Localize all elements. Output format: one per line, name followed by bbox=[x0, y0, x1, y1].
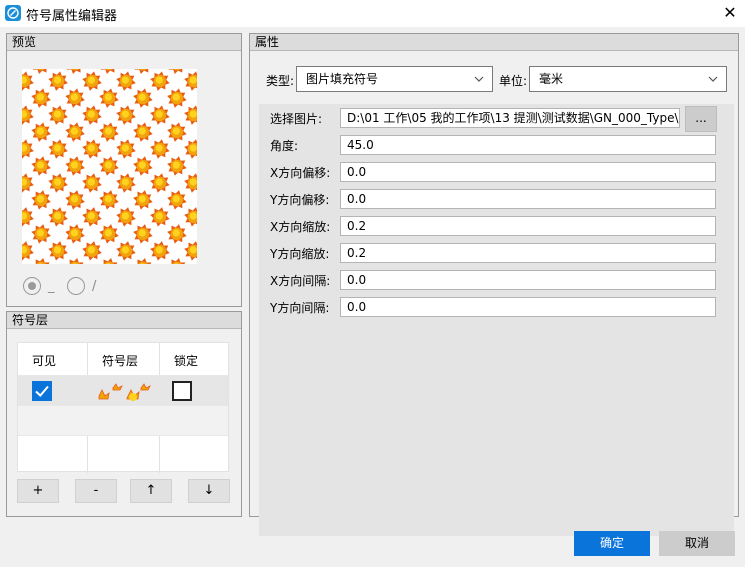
image-label: 选择图片: bbox=[270, 112, 323, 126]
fill-mode-radio-diagonal[interactable] bbox=[67, 277, 85, 295]
fill-mode-radio-horizontal[interactable] bbox=[23, 277, 41, 295]
table-row bbox=[18, 405, 228, 435]
move-up-button[interactable]: ↑ bbox=[130, 479, 172, 503]
window-title: 符号属性编辑器 bbox=[26, 9, 118, 24]
x-spacing-field[interactable]: 0.0 bbox=[340, 270, 716, 290]
properties-group: 属性 类型: 图片填充符号 单位: 毫米 选择图片: D:\01 工作\05 我… bbox=[249, 33, 739, 536]
remove-layer-button[interactable]: - bbox=[75, 479, 117, 503]
visible-checkbox[interactable] bbox=[32, 381, 52, 401]
table-row bbox=[18, 435, 228, 472]
table-row[interactable] bbox=[18, 375, 228, 405]
type-label: 类型: bbox=[266, 74, 295, 88]
x-scale-label: X方向缩放: bbox=[270, 220, 331, 234]
preview-pattern bbox=[22, 69, 197, 264]
unit-dropdown[interactable]: 毫米 bbox=[529, 66, 727, 92]
column-layer: 符号层 bbox=[102, 354, 139, 368]
title-bar: 符号属性编辑器 ✕ bbox=[0, 0, 745, 27]
chevron-down-icon bbox=[708, 76, 718, 82]
symbol-layer-header: 符号层 bbox=[7, 312, 241, 329]
properties-header: 属性 bbox=[250, 34, 738, 51]
fill-mode-radio-horizontal-label: _ bbox=[48, 279, 55, 294]
angle-label: 角度: bbox=[270, 139, 299, 153]
close-button[interactable]: ✕ bbox=[715, 0, 745, 27]
unit-dropdown-value: 毫米 bbox=[539, 72, 564, 86]
symbol-layer-table: 可见 符号层 锁定 bbox=[17, 342, 229, 473]
x-offset-field[interactable]: 0.0 bbox=[340, 162, 716, 182]
angle-field[interactable]: 45.0 bbox=[340, 135, 716, 155]
browse-button[interactable]: ... bbox=[685, 106, 717, 132]
y-scale-label: Y方向缩放: bbox=[270, 247, 330, 261]
chevron-down-icon bbox=[474, 76, 484, 82]
y-spacing-field[interactable]: 0.0 bbox=[340, 297, 716, 317]
type-dropdown[interactable]: 图片填充符号 bbox=[296, 66, 493, 92]
preview-header: 预览 bbox=[7, 34, 241, 51]
lock-checkbox[interactable] bbox=[172, 381, 192, 401]
add-layer-button[interactable]: + bbox=[17, 479, 59, 503]
y-scale-field[interactable]: 0.2 bbox=[340, 243, 716, 263]
move-down-button[interactable]: ↓ bbox=[188, 479, 230, 503]
property-panel: 选择图片: D:\01 工作\05 我的工作项\13 提测\测试数据\GN_00… bbox=[259, 104, 734, 536]
cancel-button[interactable]: 取消 bbox=[659, 531, 735, 556]
y-offset-field[interactable]: 0.0 bbox=[340, 189, 716, 209]
fill-mode-radio-diagonal-label: / bbox=[92, 279, 97, 294]
symbol-layer-group: 符号层 可见 符号层 锁定 + - ↑ ↓ bbox=[6, 311, 242, 517]
table-header: 可见 符号层 锁定 bbox=[18, 343, 228, 375]
type-dropdown-value: 图片填充符号 bbox=[306, 72, 379, 86]
unit-label: 单位: bbox=[499, 74, 528, 88]
ok-button[interactable]: 确定 bbox=[574, 531, 650, 556]
x-spacing-label: X方向间隔: bbox=[270, 274, 331, 288]
layer-thumbnail bbox=[98, 383, 151, 401]
x-offset-label: X方向偏移: bbox=[270, 166, 331, 180]
y-offset-label: Y方向偏移: bbox=[270, 193, 330, 207]
image-path-field[interactable]: D:\01 工作\05 我的工作项\13 提测\测试数据\GN_000_Type… bbox=[340, 108, 680, 128]
y-spacing-label: Y方向间隔: bbox=[270, 301, 330, 315]
app-icon bbox=[5, 5, 21, 21]
column-lock: 锁定 bbox=[174, 354, 199, 368]
preview-group: 预览 _ / bbox=[6, 33, 242, 307]
column-visible: 可见 bbox=[32, 354, 57, 368]
x-scale-field[interactable]: 0.2 bbox=[340, 216, 716, 236]
